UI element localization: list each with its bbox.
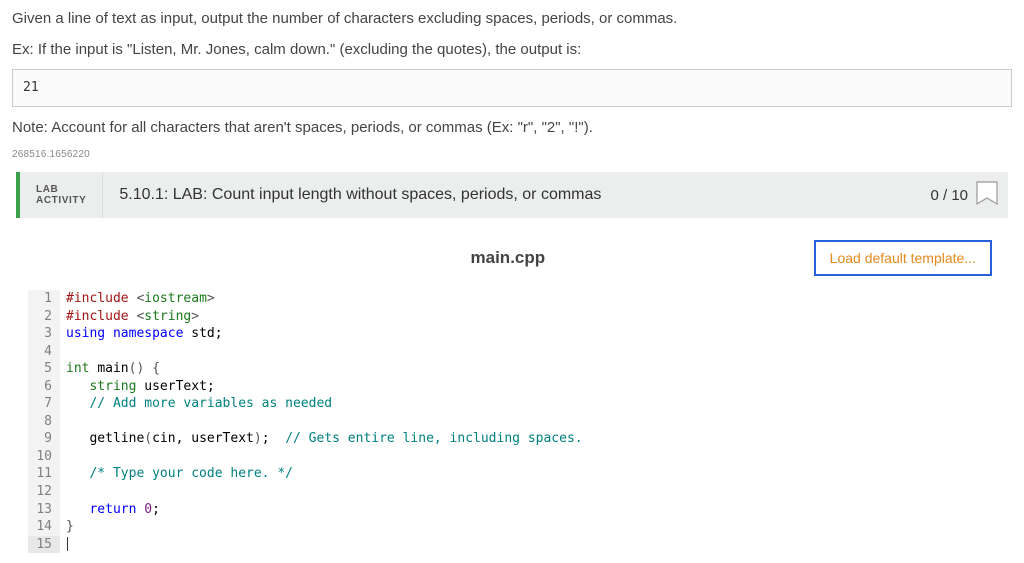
- line-number: 7: [28, 395, 60, 413]
- code-content[interactable]: string userText;: [60, 378, 215, 396]
- code-line[interactable]: 15: [28, 536, 996, 554]
- code-content[interactable]: #include <iostream>: [60, 290, 215, 308]
- code-content[interactable]: /* Type your code here. */: [60, 465, 293, 483]
- lab-tag-line1: LAB: [36, 184, 86, 195]
- code-line[interactable]: 7 // Add more variables as needed: [28, 395, 996, 413]
- code-content[interactable]: getline(cin, userText); // Gets entire l…: [60, 430, 583, 448]
- lab-score-text: 0 / 10: [930, 187, 968, 204]
- code-line[interactable]: 6 string userText;: [28, 378, 996, 396]
- code-editor[interactable]: 1#include <iostream>2#include <string>3u…: [28, 290, 996, 553]
- line-number: 10: [28, 448, 60, 466]
- editor-toolbar: main.cpp Load default template...: [28, 232, 996, 290]
- code-content[interactable]: using namespace std;: [60, 325, 223, 343]
- line-number: 12: [28, 483, 60, 501]
- code-line[interactable]: 5int main() {: [28, 360, 996, 378]
- line-number: 4: [28, 343, 60, 361]
- code-content[interactable]: [60, 413, 66, 431]
- filename-label: main.cpp: [202, 248, 814, 268]
- lab-title: 5.10.1: LAB: Count input length without …: [103, 172, 920, 218]
- line-number: 13: [28, 501, 60, 519]
- code-line[interactable]: 8: [28, 413, 996, 431]
- problem-note: Note: Account for all characters that ar…: [12, 117, 1012, 140]
- code-line[interactable]: 12: [28, 483, 996, 501]
- code-content[interactable]: return 0;: [60, 501, 160, 519]
- line-number: 14: [28, 518, 60, 536]
- code-content[interactable]: [60, 448, 66, 466]
- problem-line-1: Given a line of text as input, output th…: [12, 8, 1012, 31]
- code-line[interactable]: 9 getline(cin, userText); // Gets entire…: [28, 430, 996, 448]
- code-content[interactable]: [60, 483, 66, 501]
- lab-tag-line2: ACTIVITY: [36, 195, 86, 206]
- text-cursor: [67, 537, 68, 551]
- lab-activity-header: LAB ACTIVITY 5.10.1: LAB: Count input le…: [16, 172, 1008, 218]
- line-number: 5: [28, 360, 60, 378]
- problem-statement: Given a line of text as input, output th…: [12, 8, 1012, 162]
- code-line[interactable]: 11 /* Type your code here. */: [28, 465, 996, 483]
- code-content[interactable]: }: [60, 518, 74, 536]
- code-line[interactable]: 1#include <iostream>: [28, 290, 996, 308]
- code-line[interactable]: 10: [28, 448, 996, 466]
- lab-activity-tag: LAB ACTIVITY: [20, 172, 103, 218]
- code-content[interactable]: // Add more variables as needed: [60, 395, 332, 413]
- serial-number: 268516.1656220: [12, 147, 1012, 162]
- code-line[interactable]: 3using namespace std;: [28, 325, 996, 343]
- code-editor-area: main.cpp Load default template... 1#incl…: [28, 232, 996, 553]
- line-number: 3: [28, 325, 60, 343]
- bookmark-icon[interactable]: [976, 181, 998, 209]
- code-content[interactable]: [60, 536, 68, 554]
- line-number: 9: [28, 430, 60, 448]
- code-content[interactable]: [60, 343, 66, 361]
- line-number: 8: [28, 413, 60, 431]
- code-line[interactable]: 14}: [28, 518, 996, 536]
- line-number: 1: [28, 290, 60, 308]
- lab-score-area: 0 / 10: [920, 172, 1008, 218]
- load-default-template-button[interactable]: Load default template...: [814, 240, 992, 276]
- code-line[interactable]: 13 return 0;: [28, 501, 996, 519]
- code-content[interactable]: #include <string>: [60, 308, 199, 326]
- line-number: 11: [28, 465, 60, 483]
- code-content[interactable]: int main() {: [60, 360, 160, 378]
- line-number: 15: [28, 536, 60, 554]
- code-line[interactable]: 4: [28, 343, 996, 361]
- example-output-box: 21: [12, 69, 1012, 107]
- problem-line-2: Ex: If the input is "Listen, Mr. Jones, …: [12, 39, 1012, 62]
- line-number: 2: [28, 308, 60, 326]
- code-line[interactable]: 2#include <string>: [28, 308, 996, 326]
- line-number: 6: [28, 378, 60, 396]
